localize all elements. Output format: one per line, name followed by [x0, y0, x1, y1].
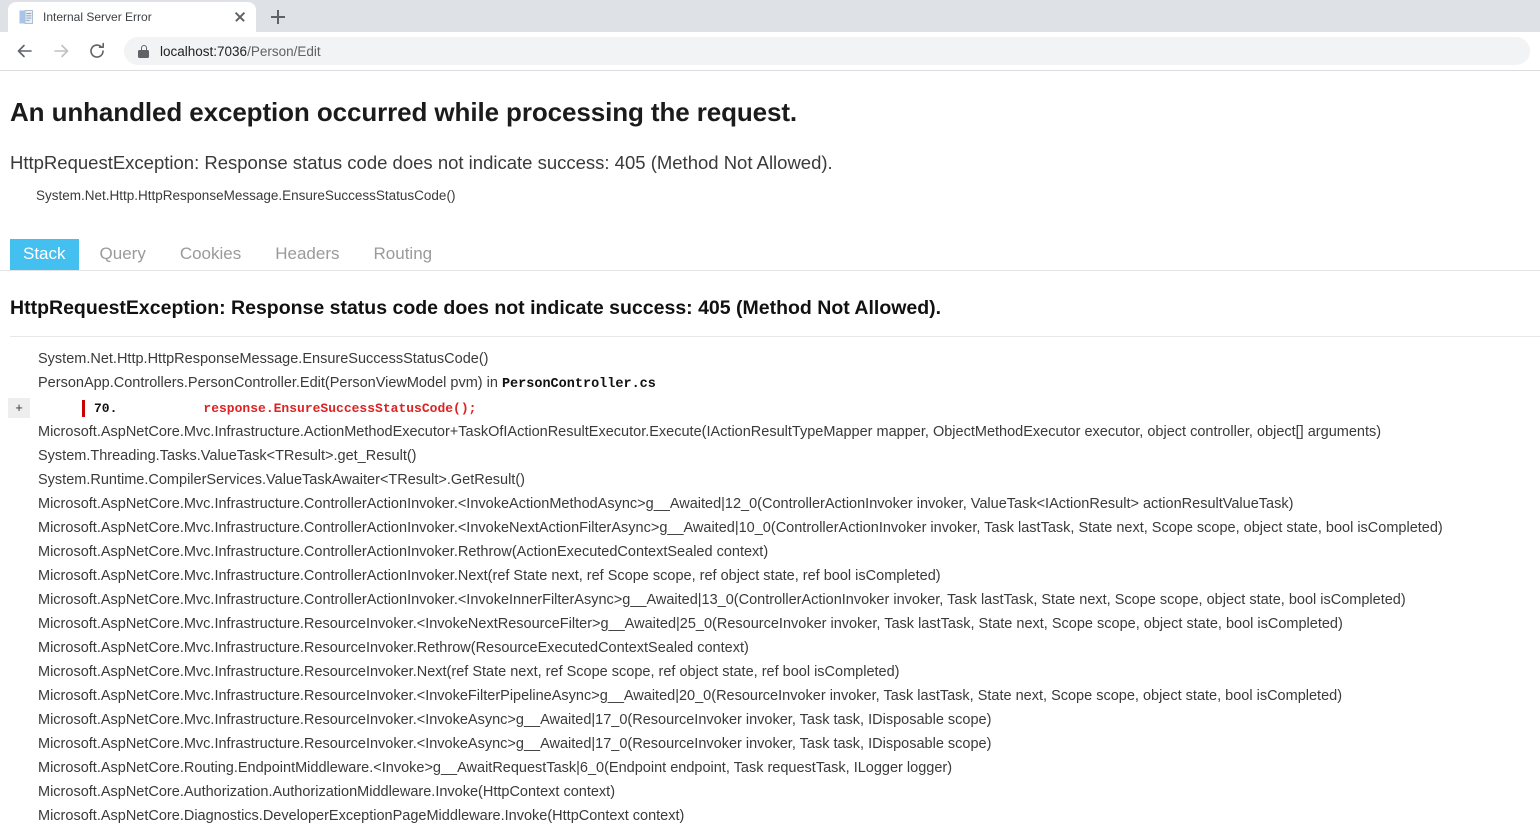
- tab-stack[interactable]: Stack: [10, 238, 79, 270]
- stack-frame: Microsoft.AspNetCore.Mvc.Infrastructure.…: [38, 496, 1294, 512]
- exception-subtitle: HttpRequestException: Response status co…: [10, 152, 833, 173]
- exception-page: An unhandled exception occurred while pr…: [0, 97, 1540, 840]
- browser-tab-title: Internal Server Error: [43, 10, 152, 24]
- expand-source-button[interactable]: +: [8, 398, 30, 418]
- stack-frame-file: PersonController.cs: [501, 377, 656, 392]
- tab-query[interactable]: Query: [87, 239, 159, 270]
- address-bar[interactable]: localhost:7036/Person/Edit: [124, 37, 1530, 65]
- detail-tabs: Stack Query Cookies Headers Routing: [0, 231, 1540, 271]
- stack-frame: Microsoft.AspNetCore.Mvc.Infrastructure.…: [38, 520, 1443, 536]
- source-line-number: 70.: [94, 400, 118, 416]
- stack-frame: System.Runtime.CompilerServices.ValueTas…: [38, 472, 525, 488]
- stack-frame: Microsoft.AspNetCore.Mvc.Infrastructure.…: [38, 688, 1343, 704]
- browser-toolbar: localhost:7036/Person/Edit: [0, 32, 1540, 71]
- close-icon[interactable]: [232, 9, 248, 25]
- page-title: An unhandled exception occurred while pr…: [10, 97, 798, 127]
- tab-routing[interactable]: Routing: [361, 239, 446, 270]
- reload-button[interactable]: [82, 36, 112, 66]
- stack-frame-list: System.Net.Http.HttpResponseMessage.Ensu…: [0, 337, 1540, 828]
- stack-frame: Microsoft.AspNetCore.Mvc.Infrastructure.…: [38, 616, 1343, 632]
- source-code-row: + 70. response.EnsureSuccessStatusCode()…: [0, 398, 1540, 418]
- error-line-marker: [82, 399, 85, 417]
- stack-section-title: HttpRequestException: Response status co…: [10, 297, 1540, 337]
- forward-button[interactable]: [46, 36, 76, 66]
- stack-frame: Microsoft.AspNetCore.Authorization.Autho…: [38, 784, 616, 800]
- stack-frame: Microsoft.AspNetCore.Mvc.Infrastructure.…: [38, 592, 1406, 608]
- address-bar-host: localhost:7036: [160, 43, 248, 59]
- browser-chrome: Internal Server Error localhost:7036/Per…: [0, 0, 1540, 71]
- stack-frame: Microsoft.AspNetCore.Mvc.Infrastructure.…: [38, 424, 1382, 440]
- tab-headers[interactable]: Headers: [262, 239, 352, 270]
- tab-cookies[interactable]: Cookies: [167, 239, 254, 270]
- arrow-right-icon: [54, 44, 69, 58]
- stack-frame: Microsoft.AspNetCore.Mvc.Infrastructure.…: [38, 640, 749, 656]
- stack-frame: Microsoft.AspNetCore.Mvc.Infrastructure.…: [38, 664, 900, 680]
- document-icon: [18, 9, 34, 25]
- stack-frame: Microsoft.AspNetCore.Mvc.Infrastructure.…: [38, 712, 992, 728]
- source-line-code: response.EnsureSuccessStatusCode();: [203, 400, 477, 416]
- stack-frame-method: PersonApp.Controllers.PersonController.E…: [38, 375, 502, 391]
- address-bar-path: /Person/Edit: [247, 43, 321, 59]
- tab-strip: Internal Server Error: [0, 0, 1540, 32]
- back-button[interactable]: [10, 36, 40, 66]
- lock-icon: [138, 44, 149, 58]
- new-tab-button[interactable]: [264, 3, 292, 31]
- stack-frame: Microsoft.AspNetCore.Routing.EndpointMid…: [38, 760, 953, 776]
- browser-tab[interactable]: Internal Server Error: [8, 2, 256, 32]
- arrow-left-icon: [17, 44, 32, 58]
- stack-frame: Microsoft.AspNetCore.Mvc.Infrastructure.…: [38, 544, 769, 560]
- stack-frame: Microsoft.AspNetCore.Diagnostics.Develop…: [38, 808, 685, 824]
- reload-icon: [90, 42, 104, 58]
- stack-frame: PersonApp.Controllers.PersonController.E…: [0, 371, 1540, 397]
- stack-frame: System.Threading.Tasks.ValueTask<TResult…: [38, 448, 417, 464]
- stack-frame: Microsoft.AspNetCore.Mvc.Infrastructure.…: [38, 568, 941, 584]
- stack-frame: Microsoft.AspNetCore.Mvc.Infrastructure.…: [38, 736, 992, 752]
- stack-frame: System.Net.Http.HttpResponseMessage.Ensu…: [38, 351, 489, 367]
- address-bar-url: localhost:7036/Person/Edit: [160, 44, 321, 59]
- exception-origin-frame: System.Net.Http.HttpResponseMessage.Ensu…: [36, 188, 456, 203]
